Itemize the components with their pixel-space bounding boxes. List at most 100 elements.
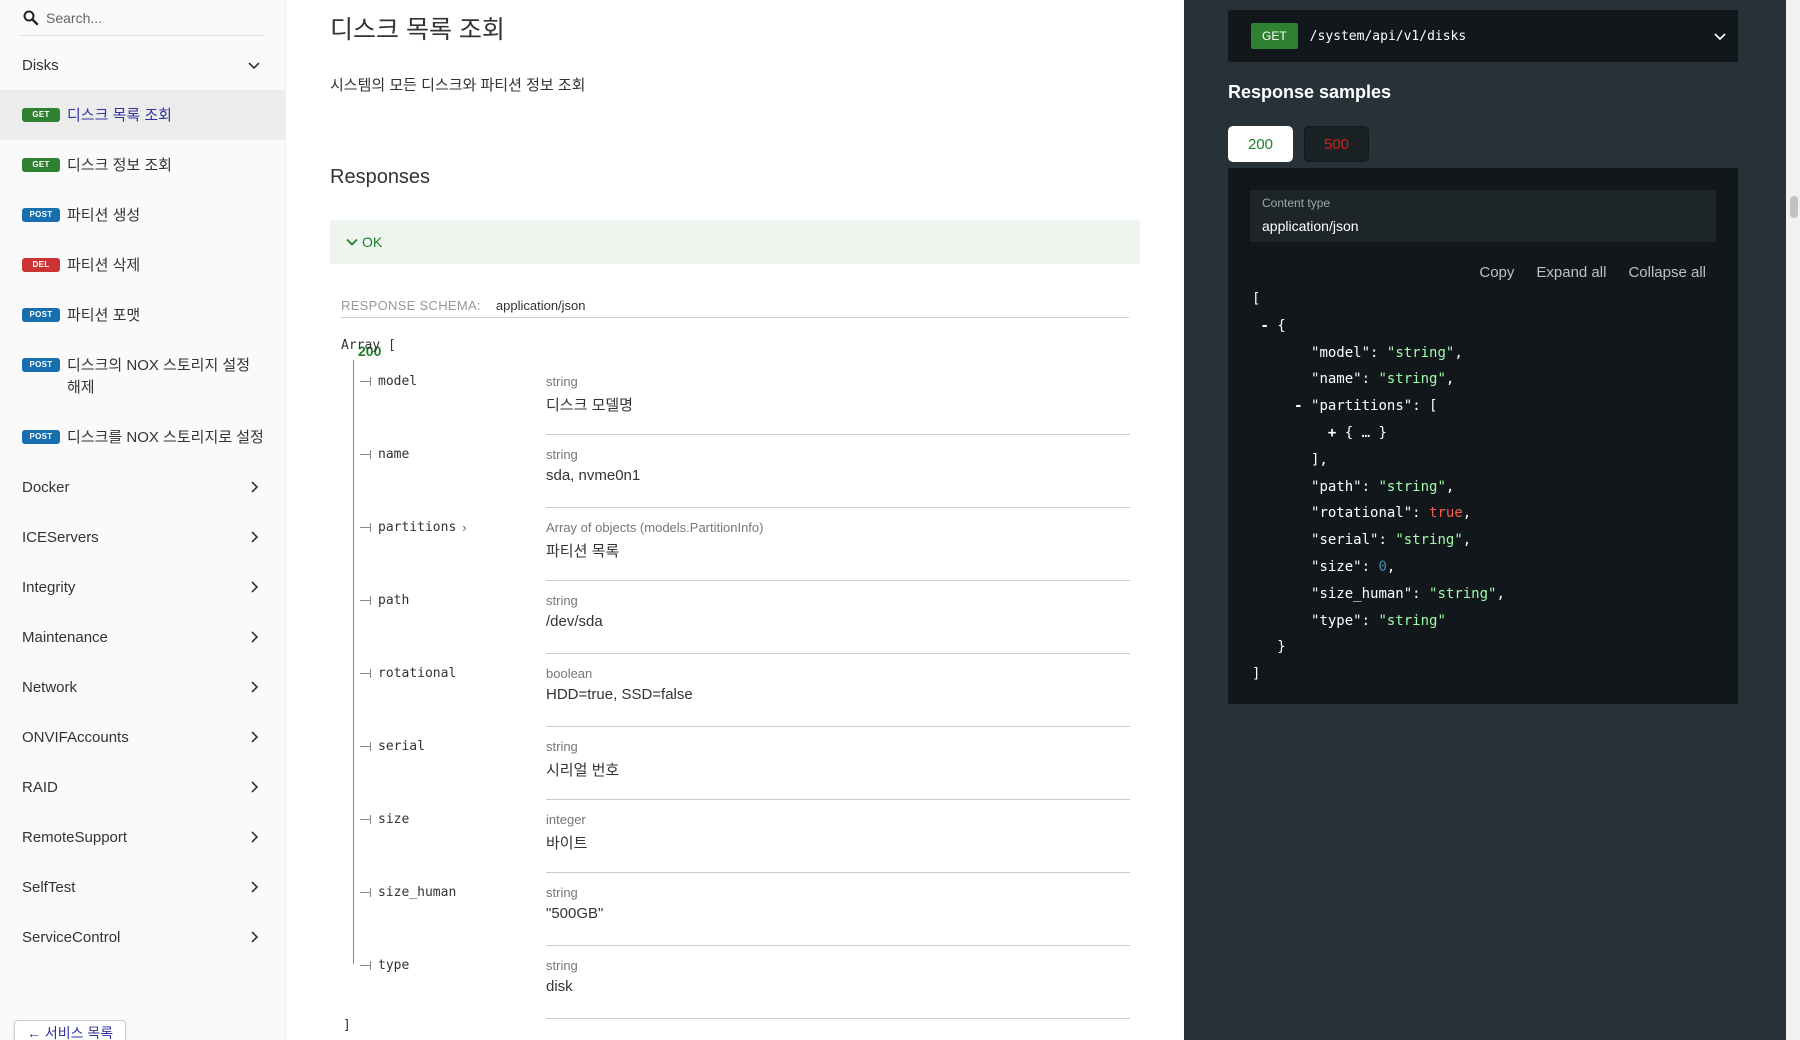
sidebar-group-label: Network — [22, 678, 78, 696]
chevron-right-icon — [251, 781, 259, 793]
field-serial: serial string 시리얼 번호 — [346, 729, 1130, 802]
field-type: integer — [546, 812, 586, 827]
sidebar-op-set-nox-storage[interactable]: POST 디스크를 NOX 스토리지로 설정 — [0, 412, 285, 462]
array-close: ] — [343, 1018, 351, 1033]
response-desc: OK — [362, 234, 383, 250]
operation-content: 디스크 목록 조회 시스템의 모든 디스크와 파티션 정보 조회 Respons… — [286, 0, 1184, 1040]
method-badge: POST — [22, 208, 60, 222]
field-name: size_human — [378, 885, 457, 900]
field-name: name — [378, 447, 410, 462]
sidebar-op-create-partition[interactable]: POST 파티션 생성 — [0, 190, 285, 240]
scrollbar-track[interactable] — [1786, 0, 1800, 1040]
scrollbar-thumb[interactable] — [1790, 196, 1798, 218]
chevron-right-icon: › — [462, 520, 467, 535]
chevron-right-icon — [251, 631, 259, 643]
sidebar-group-servicecontrol[interactable]: ServiceControl — [0, 912, 285, 962]
sidebar-op-format-partition[interactable]: POST 파티션 포맷 — [0, 290, 285, 340]
collapse-toggle[interactable]: - — [1260, 318, 1268, 334]
field-desc: 바이트 — [546, 835, 588, 852]
sidebar-op-label: 디스크 목록 조회 — [67, 107, 172, 124]
schema-label: RESPONSE SCHEMA: — [341, 298, 481, 313]
field-name: type — [378, 958, 410, 973]
field-type: string — [546, 739, 578, 754]
field-desc: /dev/sda — [546, 613, 603, 630]
responses-heading: Responses — [330, 166, 431, 188]
sidebar-group-onvifaccounts[interactable]: ONVIFAccounts — [0, 712, 285, 762]
search-box[interactable] — [20, 0, 264, 36]
field-desc: sda, nvme0n1 — [546, 467, 641, 484]
collapse-toggle[interactable]: - — [1294, 398, 1302, 414]
sample-box: Content type application/json Copy Expan… — [1228, 168, 1738, 704]
collapse-all-button[interactable]: Collapse all — [1628, 264, 1706, 281]
endpoint-path: /system/api/v1/disks — [1309, 28, 1467, 44]
array-open: Array [ — [341, 338, 396, 353]
content-type-select[interactable]: Content type application/json — [1250, 190, 1716, 242]
chevron-right-icon — [251, 731, 259, 743]
chevron-right-icon — [251, 881, 259, 893]
json-sample: [ - { "model": "string", "name": "string… — [1252, 291, 1505, 683]
expand-all-button[interactable]: Expand all — [1536, 264, 1606, 281]
search-input[interactable] — [46, 9, 246, 26]
method-badge: POST — [22, 308, 60, 322]
search-icon — [23, 10, 39, 25]
sidebar-group-integrity[interactable]: Integrity — [0, 562, 285, 612]
response-200-toggle[interactable]: 200 OK — [330, 220, 1140, 359]
sidebar-group-iceservers[interactable]: ICEServers — [0, 512, 285, 562]
sidebar-group-maintenance[interactable]: Maintenance — [0, 612, 285, 662]
endpoint-method: GET — [1251, 23, 1298, 49]
chevron-right-icon — [251, 831, 259, 843]
method-badge: POST — [22, 358, 60, 372]
field-size: size integer 바이트 — [346, 802, 1130, 875]
sidebar-op-label: 디스크를 NOX 스토리지로 설정 — [67, 429, 264, 446]
field-path: path string /dev/sda — [346, 583, 1130, 656]
tab-200[interactable]: 200 — [1228, 126, 1293, 162]
expand-toggle[interactable]: + — [1328, 425, 1336, 441]
sidebar-op-label: 디스크 정보 조회 — [67, 157, 172, 174]
field-name: size — [378, 812, 410, 827]
tab-500[interactable]: 500 — [1304, 126, 1369, 162]
field-desc: 파티션 목록 — [546, 543, 620, 560]
field-name: path — [378, 593, 410, 608]
field-type: Array of objects (models.PartitionInfo) — [546, 520, 764, 535]
response-samples-heading: Response samples — [1228, 82, 1392, 102]
sample-controls: Copy Expand all Collapse all — [1479, 264, 1706, 281]
chevron-right-icon — [251, 481, 259, 493]
sidebar-group-label: Docker — [22, 478, 70, 496]
sidebar-group-remotesupport[interactable]: RemoteSupport — [0, 812, 285, 862]
sidebar-group-disks[interactable]: Disks — [0, 40, 285, 90]
sidebar: Disks GET 디스크 목록 조회 GET 디스크 정보 조회 POST 파… — [0, 0, 286, 1040]
sidebar-op-list-disks[interactable]: GET 디스크 목록 조회 — [0, 90, 285, 140]
sidebar-group-docker[interactable]: Docker — [0, 462, 285, 512]
sidebar-group-selftest[interactable]: SelfTest — [0, 862, 285, 912]
back-to-services-button[interactable]: ← 서비스 목록 — [14, 1020, 127, 1040]
sidebar-op-label: 파티션 생성 — [67, 207, 141, 224]
sidebar-group-label: Integrity — [22, 578, 76, 596]
copy-button[interactable]: Copy — [1479, 264, 1514, 281]
response-schema-row: RESPONSE SCHEMA: application/json — [341, 294, 1129, 318]
sidebar-group-network[interactable]: Network — [0, 662, 285, 712]
sidebar-op-disk-info[interactable]: GET 디스크 정보 조회 — [0, 140, 285, 190]
field-size-human: size_human string "500GB" — [346, 875, 1130, 948]
chevron-right-icon — [251, 581, 259, 593]
sidebar-group-label: RAID — [22, 778, 58, 796]
sidebar-group-raid[interactable]: RAID — [0, 762, 285, 812]
field-partitions: partitions › Array of objects (models.Par… — [346, 510, 1130, 583]
chevron-down-icon — [1714, 33, 1726, 41]
sidebar-op-delete-partition[interactable]: DEL 파티션 삭제 — [0, 240, 285, 290]
field-type: string — [546, 593, 578, 608]
sidebar-op-label: 파티션 삭제 — [67, 257, 141, 274]
sidebar-group-label: SelfTest — [22, 878, 76, 896]
field-desc: 디스크 모델명 — [546, 397, 633, 414]
sidebar-op-unset-nox-storage[interactable]: POST 디스크의 NOX 스토리지 설정 해제 — [0, 340, 285, 412]
content-type-value: application/json — [1262, 218, 1359, 234]
field-desc: disk — [546, 978, 573, 995]
expand-partitions-button[interactable]: partitions › — [360, 520, 467, 535]
sidebar-op-label: 디스크의 NOX 스토리지 설정 해제 — [67, 357, 251, 396]
field-type-row: type string disk — [346, 948, 1130, 1021]
field-name: model — [378, 374, 418, 389]
sidebar-group-label: Disks — [22, 56, 59, 74]
sidebar-group-label: RemoteSupport — [22, 828, 128, 846]
endpoint-toggle[interactable]: GET /system/api/v1/disks — [1228, 10, 1738, 62]
field-name: partitions — [378, 520, 457, 535]
field-type: string — [546, 374, 578, 389]
